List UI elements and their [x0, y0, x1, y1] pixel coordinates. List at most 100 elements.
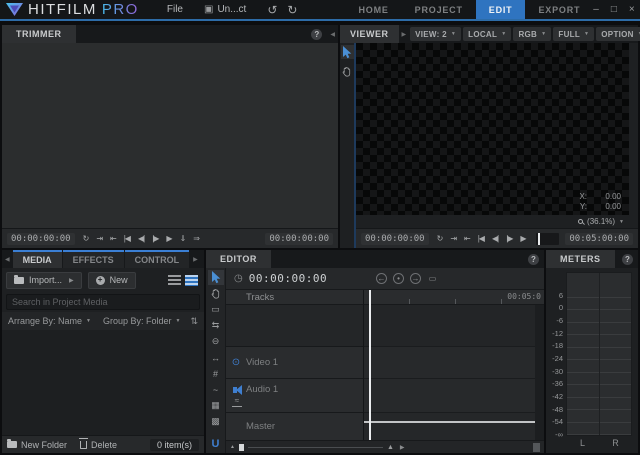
ripple-edit-tool[interactable]: ⇆ [208, 318, 224, 333]
help-icon[interactable]: ? [622, 253, 633, 265]
import-button[interactable]: Import... ▶ [6, 271, 82, 289]
viewer-seek-bar[interactable] [535, 232, 560, 245]
eye-icon[interactable]: ⊙ [226, 357, 246, 368]
rate-stretch-tool[interactable]: ~ [208, 382, 224, 397]
in-point-icon[interactable]: ⇤ [460, 234, 474, 243]
play-icon[interactable]: ▶ [162, 234, 175, 243]
jump-back-icon[interactable]: ← [376, 273, 387, 284]
empty-track-area[interactable] [226, 305, 363, 346]
roll-edit-tool[interactable]: ⊖ [208, 334, 224, 349]
snap-toggle[interactable]: U [208, 436, 224, 451]
zoom-level[interactable]: (36.1%) [587, 217, 615, 226]
sort-direction-icon[interactable]: ⇅ [190, 316, 198, 327]
nav-tab-home[interactable]: HOME [345, 0, 401, 19]
new-folder-button[interactable]: New Folder [7, 439, 67, 450]
new-button[interactable]: + New [87, 271, 136, 289]
tab-scroll-right-icon[interactable]: ▶ [193, 256, 198, 263]
select-tool[interactable] [340, 45, 354, 59]
tab-control[interactable]: CONTROL [124, 250, 190, 268]
timeline-track-video1[interactable] [364, 346, 544, 378]
nav-tab-export[interactable]: EXPORT [525, 0, 593, 19]
panel-scroll-right-icon[interactable]: ▶ [402, 31, 407, 38]
quality-dropdown[interactable]: FULL ▼ [553, 27, 595, 41]
timeline-area[interactable]: 00:05:0 [364, 290, 544, 440]
track-header-master[interactable]: Master [226, 412, 363, 440]
zoom-out-icon[interactable]: ▲ [230, 444, 235, 450]
master-level-line[interactable] [364, 421, 544, 423]
out-point-icon[interactable]: ⇥ [446, 234, 460, 243]
timeline-playhead[interactable] [369, 290, 371, 440]
razor-tool[interactable]: ▭ [208, 302, 224, 317]
minimize-button[interactable]: – [593, 4, 599, 15]
help-icon[interactable]: ? [311, 28, 323, 40]
maximize-button[interactable]: □ [611, 4, 617, 15]
tab-effects[interactable]: EFFECTS [62, 250, 124, 268]
tab-meters[interactable]: METERS [546, 250, 615, 268]
editor-timecode[interactable]: 00:00:00:00 [249, 272, 327, 285]
out-point-icon[interactable]: ⇥ [92, 234, 106, 243]
viewer-canvas[interactable]: X: 0.00 Y: 0.00 [356, 43, 629, 215]
step-forward-icon[interactable]: |▶ [502, 234, 516, 243]
nav-tab-project[interactable]: PROJECT [402, 0, 476, 19]
tab-editor[interactable]: EDITOR [206, 250, 271, 268]
track-header-audio1[interactable]: Audio 1 ≈ [226, 378, 363, 412]
list-view-icon[interactable] [168, 274, 181, 286]
speaker-icon[interactable] [233, 384, 242, 395]
help-icon[interactable]: ? [528, 253, 539, 265]
scrollbar-handle[interactable] [238, 443, 244, 451]
zoom-in-icon[interactable]: ▲ [387, 444, 394, 451]
hand-tool[interactable] [341, 64, 354, 78]
slip-clip-icon[interactable]: ▭ [427, 273, 438, 284]
scroll-right-icon[interactable]: ▶ [400, 444, 405, 451]
slide-tool[interactable]: # [208, 366, 224, 381]
group-by-dropdown[interactable]: Group By: Folder ▼ [103, 316, 180, 326]
snap-marker-icon[interactable]: • [393, 273, 404, 284]
audio-level-meter[interactable] [566, 272, 632, 436]
delete-button[interactable]: Delete [79, 437, 117, 450]
insert-icon[interactable]: ⇓ [176, 234, 190, 243]
film-frame-icon[interactable]: ▦ [208, 398, 224, 413]
close-button[interactable]: × [629, 4, 635, 15]
in-point-icon[interactable]: ⇤ [106, 234, 120, 243]
tab-scroll-left-icon[interactable]: ◀ [5, 256, 10, 263]
hand-tool[interactable] [208, 286, 224, 301]
step-back-icon[interactable]: ◀| [488, 234, 502, 243]
tab-media[interactable]: MEDIA [12, 250, 62, 268]
film-strip-icon[interactable]: ▩ [208, 414, 224, 429]
project-save-button[interactable]: ▣ Un...ct [199, 2, 251, 17]
detail-view-icon[interactable] [185, 274, 198, 286]
file-menu[interactable]: File [161, 2, 189, 17]
search-input[interactable] [6, 294, 200, 310]
loop-icon[interactable]: ↻ [79, 234, 93, 243]
prev-frame-icon[interactable]: |◀ [474, 234, 488, 243]
audio-mixer-icon[interactable]: ≈ [232, 396, 242, 407]
timeline-track-audio1[interactable] [364, 378, 544, 412]
space-dropdown[interactable]: LOCAL ▼ [463, 27, 512, 41]
arrange-by-dropdown[interactable]: Arrange By: Name ▼ [8, 316, 91, 326]
select-tool[interactable] [207, 270, 224, 285]
nav-tab-edit[interactable]: EDIT [475, 0, 526, 19]
step-forward-icon[interactable]: |▶ [148, 234, 162, 243]
overwrite-icon[interactable]: ⇒ [189, 234, 203, 243]
play-icon[interactable]: ▶ [516, 234, 529, 243]
slip-tool[interactable]: ↔ [208, 350, 224, 365]
view-mode-dropdown[interactable]: VIEW: 2 ▼ [410, 27, 462, 41]
jump-forward-icon[interactable]: → [410, 273, 421, 284]
prev-frame-icon[interactable]: |◀ [120, 234, 134, 243]
scrollbar-corner[interactable] [533, 442, 540, 452]
seek-playhead[interactable] [537, 232, 540, 245]
panel-scroll-left-icon[interactable]: ◀ [330, 31, 335, 38]
redo-icon[interactable]: ↻ [287, 3, 297, 17]
timeline-track-master[interactable] [364, 412, 544, 440]
step-back-icon[interactable]: ◀| [134, 234, 148, 243]
tab-viewer[interactable]: VIEWER [340, 25, 399, 43]
channels-dropdown[interactable]: RGB ▼ [513, 27, 552, 41]
loop-icon[interactable]: ↻ [433, 234, 447, 243]
track-header-video1[interactable]: ⊙ Video 1 [226, 346, 363, 378]
timeline-ruler[interactable]: 00:05:0 [364, 290, 544, 305]
chevron-down-icon[interactable]: ▼ [619, 219, 624, 225]
scrollbar-track[interactable] [247, 446, 383, 448]
options-dropdown[interactable]: OPTION ▼ [596, 27, 640, 41]
tab-trimmer[interactable]: TRIMMER [2, 25, 76, 43]
media-list-area[interactable] [2, 330, 204, 435]
